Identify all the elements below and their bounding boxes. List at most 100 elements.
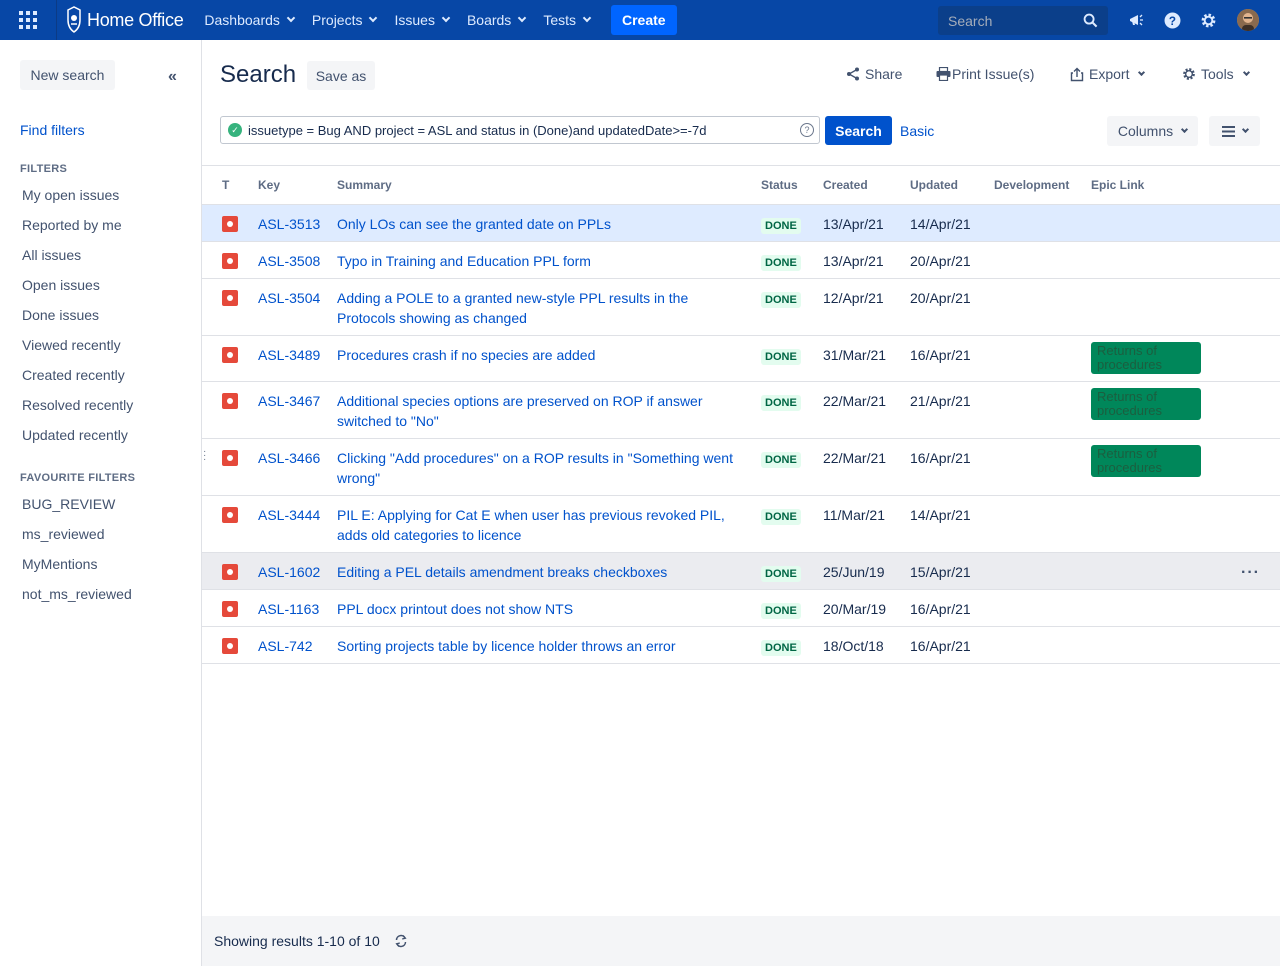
filter-item[interactable]: Created recently — [22, 360, 133, 390]
export-icon — [1070, 67, 1084, 81]
filter-item[interactable]: Viewed recently — [22, 330, 133, 360]
issue-summary-link[interactable]: Clicking "Add procedures" on a ROP resul… — [337, 450, 733, 486]
issue-summary-link[interactable]: Procedures crash if no species are added — [337, 347, 595, 363]
create-button[interactable]: Create — [611, 5, 677, 35]
columns-button[interactable]: Columns — [1107, 116, 1198, 146]
table-row[interactable]: ASL-1163 PPL docx printout does not show… — [202, 589, 1280, 627]
collapse-sidebar-icon[interactable]: « — [168, 68, 177, 86]
status-badge: DONE — [761, 254, 801, 271]
export-button[interactable]: Export — [1070, 66, 1146, 82]
home-office-logo[interactable]: Home Office — [56, 0, 195, 40]
avatar[interactable] — [1237, 9, 1259, 31]
table-row[interactable]: ASL-742 Sorting projects table by licenc… — [202, 626, 1280, 664]
issue-summary-link[interactable]: Typo in Training and Education PPL form — [337, 253, 591, 269]
issue-summary-link[interactable]: PIL E: Applying for Cat E when user has … — [337, 507, 725, 543]
nav-projects[interactable]: Projects — [303, 0, 386, 40]
issue-actions-cell — [1241, 381, 1280, 439]
issue-key-cell: ASL-3467 — [258, 381, 337, 439]
more-actions-icon[interactable]: ··· — [1241, 564, 1260, 581]
issue-summary-link[interactable]: Additional species options are preserved… — [337, 393, 703, 429]
issue-actions-cell — [1241, 204, 1280, 242]
nav-boards[interactable]: Boards — [458, 0, 534, 40]
issue-summary-link[interactable]: Sorting projects table by licence holder… — [337, 638, 676, 654]
save-as-button[interactable]: Save as — [307, 61, 375, 90]
issue-key-link[interactable]: ASL-3466 — [258, 450, 320, 466]
issue-key-link[interactable]: ASL-1163 — [258, 601, 319, 617]
favourite-filter-item[interactable]: ms_reviewed — [22, 519, 132, 549]
print-issues-button[interactable]: Print Issue(s) — [936, 66, 1034, 82]
epic-link-badge[interactable]: Returns of procedures — [1091, 444, 1201, 477]
jql-query-input[interactable]: ✓ issuetype = Bug AND project = ASL and … — [220, 116, 820, 144]
column-header-type[interactable]: T — [202, 167, 258, 205]
issue-key-link[interactable]: ASL-1602 — [258, 564, 320, 580]
issue-key-link[interactable]: ASL-3489 — [258, 347, 320, 363]
basic-mode-link[interactable]: Basic — [900, 123, 934, 139]
favourite-filter-item[interactable]: not_ms_reviewed — [22, 579, 132, 609]
issue-updated-cell: 20/Apr/21 — [910, 278, 994, 336]
notifications-icon[interactable] — [1126, 10, 1146, 30]
issue-summary-cell: Typo in Training and Education PPL form — [337, 241, 761, 279]
app-switcher-icon[interactable] — [0, 0, 56, 40]
table-row[interactable]: ASL-3444 PIL E: Applying for Cat E when … — [202, 495, 1280, 553]
layout-switcher-button[interactable] — [1209, 116, 1260, 146]
issue-epic-cell: Returns of procedures — [1091, 335, 1241, 382]
table-row[interactable]: ASL-3467 Additional species options are … — [202, 381, 1280, 439]
share-button[interactable]: Share — [846, 66, 902, 82]
search-icon — [1083, 13, 1098, 28]
issue-summary-cell: Procedures crash if no species are added — [337, 335, 761, 382]
filter-item[interactable]: Done issues — [22, 300, 133, 330]
column-header-created[interactable]: Created — [823, 167, 910, 205]
column-header-updated[interactable]: Updated — [910, 167, 994, 205]
column-header-key[interactable]: Key — [258, 167, 337, 205]
favourite-filter-item[interactable]: MyMentions — [22, 549, 132, 579]
filter-item[interactable]: Resolved recently — [22, 390, 133, 420]
issue-summary-link[interactable]: Only LOs can see the granted date on PPL… — [337, 216, 611, 232]
column-header-summary[interactable]: Summary — [337, 167, 761, 205]
issue-actions-cell — [1241, 626, 1280, 664]
table-row[interactable]: ASL-3513 Only LOs can see the granted da… — [202, 204, 1280, 242]
column-header-development[interactable]: Development — [994, 167, 1091, 205]
bug-icon — [222, 289, 238, 306]
tools-button[interactable]: Tools — [1182, 66, 1250, 82]
epic-link-badge[interactable]: Returns of procedures — [1091, 341, 1201, 374]
table-row[interactable]: ASL-3466 Clicking "Add procedures" on a … — [202, 438, 1280, 496]
column-header-actions — [1241, 167, 1280, 205]
column-header-status[interactable]: Status — [761, 167, 823, 205]
filter-item[interactable]: Reported by me — [22, 210, 133, 240]
nav-issues[interactable]: Issues — [385, 0, 457, 40]
issue-key-link[interactable]: ASL-3467 — [258, 393, 320, 409]
nav-tests[interactable]: Tests — [534, 0, 599, 40]
find-filters-link[interactable]: Find filters — [20, 122, 85, 138]
favourite-filter-item[interactable]: BUG_REVIEW — [22, 489, 132, 519]
issue-key-link[interactable]: ASL-3444 — [258, 507, 320, 523]
table-row[interactable]: ASL-3508 Typo in Training and Education … — [202, 241, 1280, 279]
filter-item[interactable]: My open issues — [22, 180, 133, 210]
table-row[interactable]: ASL-1602 Editing a PEL details amendment… — [202, 552, 1280, 590]
filter-item[interactable]: All issues — [22, 240, 133, 270]
new-search-button[interactable]: New search — [20, 60, 115, 90]
global-search-input[interactable]: Search — [938, 6, 1108, 35]
issue-key-link[interactable]: ASL-3504 — [258, 290, 320, 306]
syntax-help-icon[interactable]: ? — [800, 123, 814, 137]
filter-item[interactable]: Updated recently — [22, 420, 133, 450]
table-row[interactable]: ASL-3504 Adding a POLE to a granted new-… — [202, 278, 1280, 336]
search-button[interactable]: Search — [825, 116, 892, 145]
status-badge: DONE — [761, 508, 801, 525]
refresh-icon[interactable] — [394, 934, 408, 948]
nav-dashboards[interactable]: Dashboards — [195, 0, 303, 40]
issue-summary-link[interactable]: Editing a PEL details amendment breaks c… — [337, 564, 667, 580]
column-header-epic-link[interactable]: Epic Link — [1091, 167, 1241, 205]
issue-key-link[interactable]: ASL-3508 — [258, 253, 320, 269]
issue-key-link[interactable]: ASL-742 — [258, 638, 312, 654]
issue-summary-link[interactable]: PPL docx printout does not show NTS — [337, 601, 573, 617]
epic-link-badge[interactable]: Returns of procedures — [1091, 387, 1201, 420]
issue-key-link[interactable]: ASL-3513 — [258, 216, 320, 232]
issue-summary-link[interactable]: Adding a POLE to a granted new-style PPL… — [337, 290, 688, 326]
issue-updated-cell: 16/Apr/21 — [910, 335, 994, 382]
filter-item[interactable]: Open issues — [22, 270, 133, 300]
help-icon[interactable]: ? — [1162, 10, 1182, 30]
issue-created-cell: 31/Mar/21 — [823, 335, 910, 382]
table-row[interactable]: ASL-3489 Procedures crash if no species … — [202, 335, 1280, 382]
settings-icon[interactable] — [1198, 10, 1218, 30]
issue-status-cell: DONE — [761, 335, 823, 382]
